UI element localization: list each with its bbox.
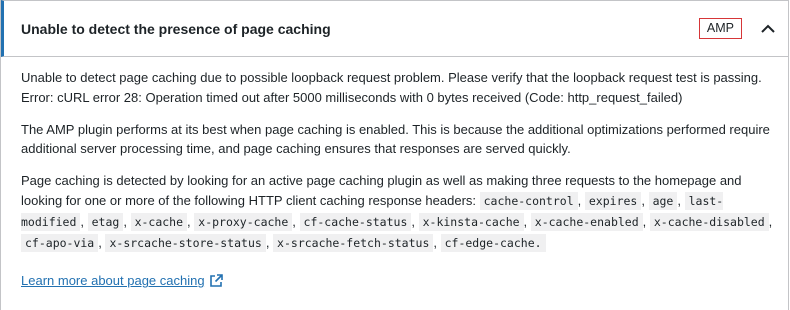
learn-more-row: Learn more about page caching	[21, 271, 773, 291]
http-header-code: cf-edge-cache.	[440, 233, 546, 252]
list-separator: ,	[123, 213, 131, 229]
list-separator: ,	[80, 213, 88, 229]
list-separator: ,	[642, 213, 650, 229]
learn-more-label: Learn more about page caching	[21, 273, 205, 289]
accordion-content: Unable to detect page caching due to pos…	[21, 68, 773, 303]
http-header-code: cf-apo-via	[21, 233, 99, 252]
http-header-code: x-srcache-store-status	[105, 233, 266, 252]
list-separator: ,	[433, 234, 441, 250]
chevron-up-icon[interactable]	[758, 19, 778, 39]
http-header-code: x-kinsta-cache	[418, 212, 524, 231]
list-separator: ,	[641, 192, 649, 208]
amp-caching-description: The AMP plugin performs at its best when…	[21, 121, 770, 157]
amp-badge: AMP	[698, 18, 742, 39]
http-header-code: x-cache-enabled	[530, 212, 643, 231]
external-link-icon	[209, 274, 223, 288]
http-header-code: age	[648, 191, 678, 210]
http-header-code: x-cache	[130, 212, 188, 231]
list-separator: ,	[265, 234, 274, 250]
list-separator: ,	[768, 213, 773, 229]
accordion-title: Unable to detect the presence of page ca…	[21, 20, 331, 37]
list-separator: ,	[292, 213, 300, 229]
accordion-header[interactable]: Unable to detect the presence of page ca…	[1, 0, 789, 57]
http-header-code: etag	[87, 212, 124, 231]
http-header-code: x-cache-disabled	[649, 212, 769, 231]
http-header-code: x-proxy-cache	[194, 212, 293, 231]
list-separator: ,	[411, 213, 419, 229]
http-header-code: cf-cache-status	[299, 212, 412, 231]
site-health-panel: Unable to detect the presence of page ca…	[0, 0, 789, 310]
learn-more-link[interactable]: Learn more about page caching	[21, 271, 223, 291]
http-header-code: cache-control	[479, 191, 578, 210]
http-header-code: expires	[584, 191, 642, 210]
list-separator: ,	[677, 192, 685, 208]
detection-description: Page caching is detected by looking for …	[21, 171, 773, 253]
list-separator: ,	[523, 213, 531, 229]
list-separator: ,	[577, 192, 585, 208]
http-header-code: x-srcache-fetch-status	[273, 233, 434, 252]
loopback-error-text: Unable to detect page caching due to pos…	[21, 70, 762, 105]
